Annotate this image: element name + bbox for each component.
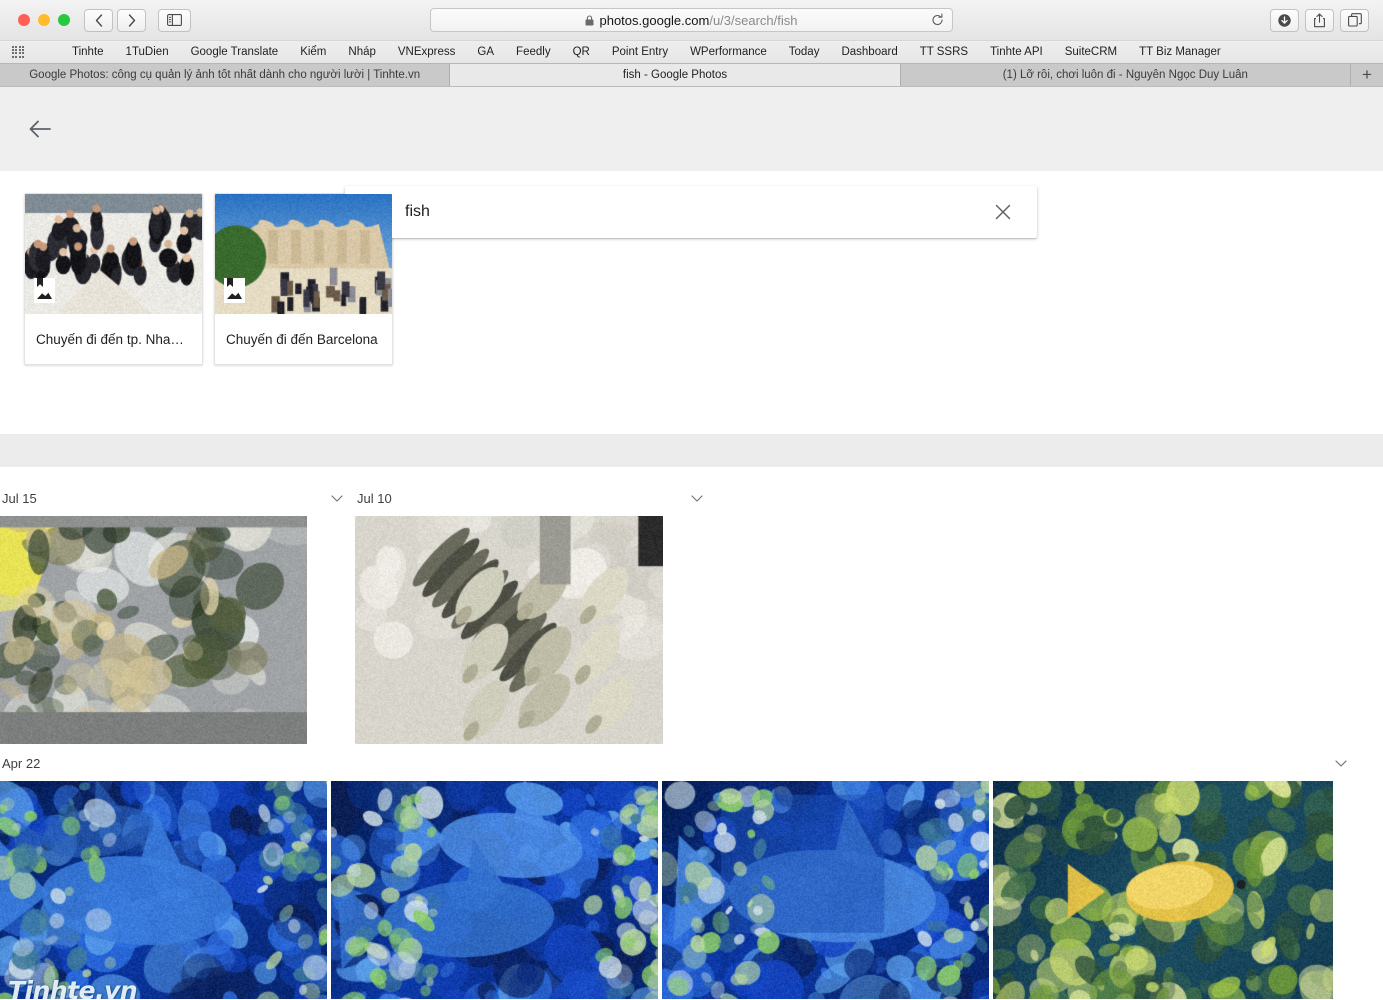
- date-label: Apr 22: [2, 756, 41, 771]
- album-photo-icon: [224, 278, 245, 303]
- chevron-down-icon[interactable]: [1335, 760, 1347, 767]
- download-icon[interactable]: [1270, 8, 1299, 32]
- chevron-down-icon[interactable]: [691, 495, 703, 502]
- date-row-top: Jul 15 Jul 10: [0, 479, 1383, 744]
- photo-thumbnail[interactable]: [355, 516, 663, 744]
- album-title: Chuyến đi đến tp. Nha…: [36, 331, 184, 347]
- album-thumbnail: [215, 194, 392, 314]
- photo-thumbnail[interactable]: [0, 516, 307, 744]
- browser-tab-title: (1) Lỡ rồi, chơi luôn đi - Nguyễn Ngọc D…: [1002, 69, 1248, 81]
- date-group: Jul 10: [355, 479, 715, 744]
- date-header: Apr 22: [0, 744, 1359, 781]
- album-thumbnail: [25, 194, 202, 314]
- bookmark-item[interactable]: GA: [466, 46, 505, 58]
- close-window-button[interactable]: [18, 14, 30, 26]
- back-button[interactable]: [84, 8, 113, 32]
- chevron-down-icon[interactable]: [331, 495, 343, 502]
- browser-tab[interactable]: Google Photos: công cụ quản lý ảnh tốt n…: [0, 64, 451, 86]
- window-controls: [18, 14, 70, 26]
- browser-toolbar: photos.google.com/u/3/search/fish: [0, 0, 1383, 40]
- search-header: [0, 87, 1383, 171]
- bookmark-item[interactable]: Tinhte: [61, 46, 115, 58]
- date-label: Jul 15: [2, 491, 37, 506]
- new-tab-button[interactable]: +: [1351, 64, 1383, 86]
- bookmarks-bar: Tinhte 1TuDien Google Translate Kiểm Nháp VNE…: [0, 40, 1383, 63]
- reload-icon[interactable]: [931, 13, 944, 27]
- photo-thumbnail[interactable]: [993, 781, 1333, 999]
- bookmark-item[interactable]: QR: [562, 46, 601, 58]
- lock-icon: [585, 14, 594, 26]
- close-icon[interactable]: [983, 204, 1023, 220]
- bookmark-item[interactable]: Nháp: [337, 46, 387, 58]
- bookmark-item[interactable]: Dashboard: [830, 46, 908, 58]
- browser-tab-title: fish - Google Photos: [622, 69, 728, 81]
- tabs-overview-icon[interactable]: [1340, 8, 1369, 32]
- bookmark-item[interactable]: Point Entry: [601, 46, 679, 58]
- album-photo-icon: [34, 278, 55, 303]
- date-group: Apr 22 Tinhte.vn: [0, 744, 1359, 999]
- bookmark-item[interactable]: Google Translate: [180, 46, 290, 58]
- bookmark-item[interactable]: VNExpress: [387, 46, 467, 58]
- browser-chrome: photos.google.com/u/3/search/fish Tinhte…: [0, 0, 1383, 87]
- zoom-window-button[interactable]: [58, 14, 70, 26]
- url-path: /u/3/search/fish: [709, 12, 798, 28]
- section-divider: [0, 434, 1383, 467]
- browser-tab[interactable]: fish - Google Photos: [450, 64, 901, 86]
- sidebar-toggle-button[interactable]: [158, 8, 191, 32]
- album-card[interactable]: Chuyến đi đến tp. Nha…: [24, 193, 203, 365]
- minimize-window-button[interactable]: [38, 14, 50, 26]
- bookmark-item[interactable]: 1TuDien: [115, 46, 180, 58]
- bookmark-item[interactable]: TT Biz Manager: [1128, 46, 1232, 58]
- bookmark-item[interactable]: Kiểm: [289, 46, 337, 58]
- date-header: Jul 10: [355, 479, 715, 516]
- arrow-left-icon[interactable]: [16, 105, 64, 153]
- google-photos-page: Chuyến đi đến tp. Nha… Chuyến đi đến Barc…: [0, 87, 1383, 999]
- bookmark-item[interactable]: Tinhte API: [979, 46, 1054, 58]
- browser-tab[interactable]: (1) Lỡ rồi, chơi luôn đi - Nguyễn Ngọc D…: [900, 64, 1351, 86]
- address-bar-container: photos.google.com/u/3/search/fish: [0, 8, 1383, 32]
- forward-button[interactable]: [117, 8, 146, 32]
- photos-area: Jul 15 Jul 10 Apr 22 Tinhte.vn: [0, 467, 1383, 999]
- bookmark-item[interactable]: Today: [778, 46, 831, 58]
- apps-grid-icon[interactable]: [12, 45, 25, 59]
- bookmark-item[interactable]: TT SSRS: [909, 46, 979, 58]
- thumbs-row: [355, 516, 715, 744]
- browser-tab-title: Google Photos: công cụ quản lý ảnh tốt n…: [29, 69, 421, 81]
- bookmark-item[interactable]: WPerformance: [679, 46, 778, 58]
- bookmark-item[interactable]: SuiteCRM: [1054, 46, 1128, 58]
- thumbs-row: Tinhte.vn: [0, 781, 1359, 999]
- photo-thumbnail[interactable]: [662, 781, 989, 999]
- url-host: photos.google.com: [599, 12, 710, 28]
- toolbar-right-buttons: [1270, 8, 1373, 32]
- album-card[interactable]: Chuyến đi đến Barcelona: [214, 193, 393, 365]
- search-box[interactable]: [345, 186, 1037, 238]
- share-icon[interactable]: [1305, 8, 1334, 32]
- photo-thumbnail[interactable]: [331, 781, 658, 999]
- address-bar[interactable]: photos.google.com/u/3/search/fish: [430, 8, 953, 32]
- album-title: Chuyến đi đến Barcelona: [226, 331, 378, 347]
- thumbs-row: [0, 516, 355, 744]
- photo-thumbnail[interactable]: Tinhte.vn: [0, 781, 327, 999]
- date-group: Jul 15: [0, 479, 355, 744]
- date-label: Jul 10: [357, 491, 392, 506]
- navigation-buttons: [84, 8, 146, 32]
- search-input[interactable]: [405, 203, 983, 221]
- date-header: Jul 15: [0, 479, 355, 516]
- bookmark-item[interactable]: Feedly: [505, 46, 562, 58]
- tab-strip: Google Photos: công cụ quản lý ảnh tốt n…: [0, 63, 1383, 86]
